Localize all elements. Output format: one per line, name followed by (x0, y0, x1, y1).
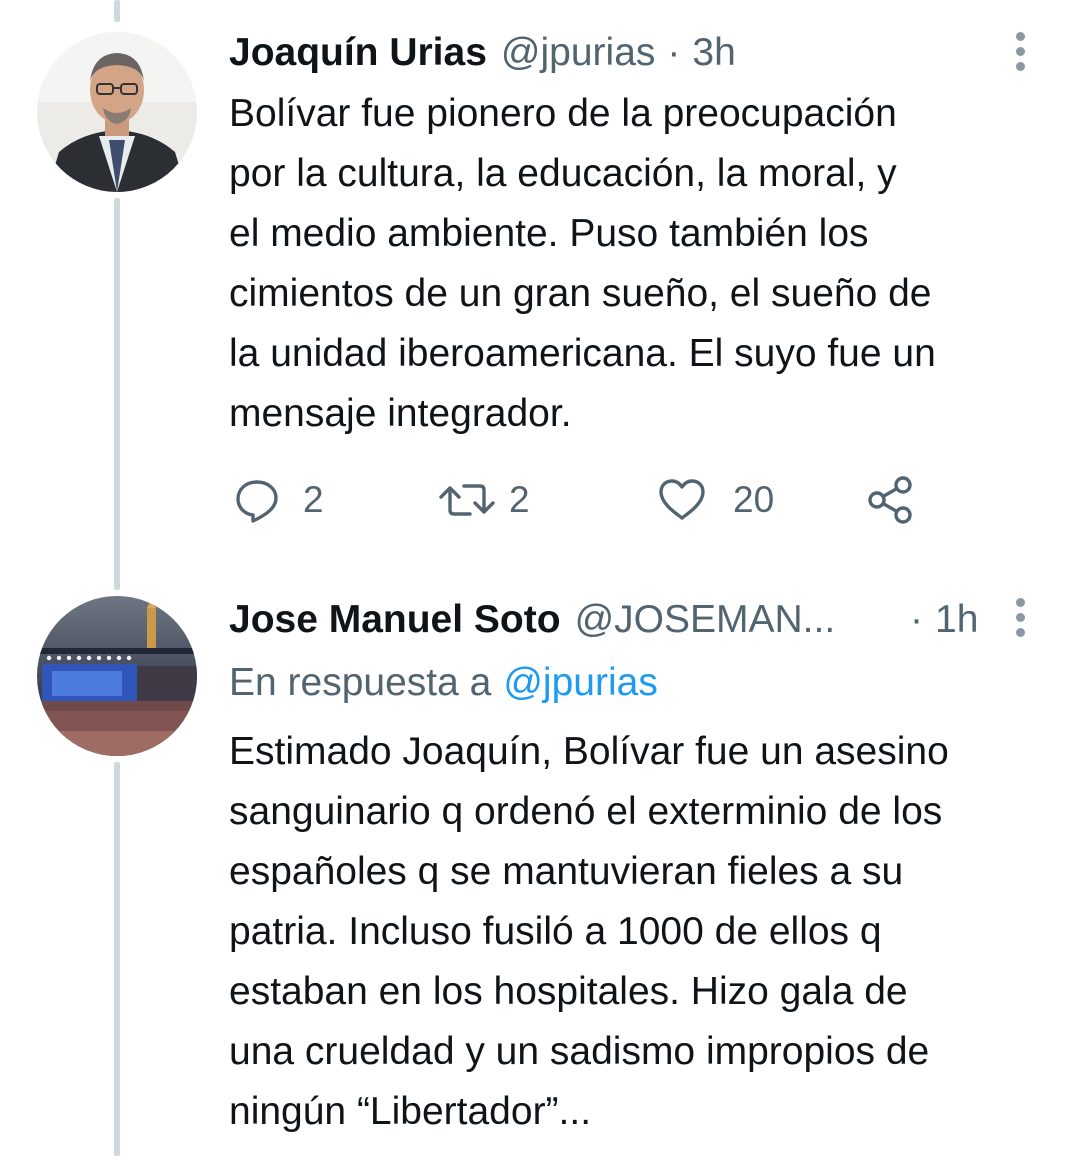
replying-to: En respuesta a @jpurias (229, 658, 658, 708)
more-dot-icon (1015, 47, 1025, 56)
tweet-time-group: · 1h (910, 595, 978, 645)
heart-icon (659, 479, 705, 520)
replying-to-label: En respuesta a (229, 661, 492, 704)
thread-line-bottom (114, 762, 120, 1156)
more-options-button[interactable] (1014, 598, 1026, 637)
retweet-count: 2 (509, 479, 530, 520)
tweet-header: Joaquín Urias @jpurias · 3h (229, 28, 736, 78)
avatar[interactable] (37, 32, 197, 192)
author-handle[interactable]: @JOSEMAN... (575, 598, 836, 642)
more-dot-icon (1015, 32, 1025, 41)
separator-dot: · (667, 31, 681, 74)
reply-button[interactable]: 2 (233, 470, 324, 530)
more-dot-icon (1015, 613, 1025, 622)
author-name[interactable]: Jose Manuel Soto (229, 598, 561, 642)
thread-line-top (114, 0, 120, 22)
retweet-button[interactable]: 2 (439, 470, 530, 530)
avatar-photo (37, 596, 197, 756)
share-button[interactable] (865, 470, 917, 530)
separator-dot: · (910, 598, 923, 641)
timestamp[interactable]: 3h (692, 31, 735, 75)
reply-icon (236, 480, 278, 523)
avatar[interactable] (37, 596, 197, 756)
timestamp[interactable]: 1h (935, 598, 978, 642)
action-bar: 2 2 20 (229, 470, 929, 530)
more-dot-icon (1015, 628, 1025, 637)
like-button[interactable]: 20 (657, 470, 774, 530)
more-dot-icon (1015, 598, 1025, 607)
author-name[interactable]: Joaquín Urias (229, 31, 487, 75)
tweet-header: Jose Manuel Soto @JOSEMAN... (229, 595, 835, 645)
tweet-text: Estimado Joaquín, Bolívar fue un asesino… (229, 730, 949, 1133)
avatar-photo (37, 32, 197, 192)
like-count: 20 (733, 479, 775, 520)
more-dot-icon (1015, 62, 1025, 71)
more-options-button[interactable] (1014, 32, 1026, 71)
retweet-icon (439, 484, 495, 516)
thread-line-middle (114, 198, 120, 590)
tweet-text: Bolívar fue pionero de la preocupación p… (229, 92, 936, 435)
reply-count: 2 (303, 479, 324, 520)
author-handle[interactable]: @jpurias (501, 31, 655, 75)
replying-to-handle-link[interactable]: @jpurias (503, 661, 657, 705)
share-icon (868, 476, 912, 524)
